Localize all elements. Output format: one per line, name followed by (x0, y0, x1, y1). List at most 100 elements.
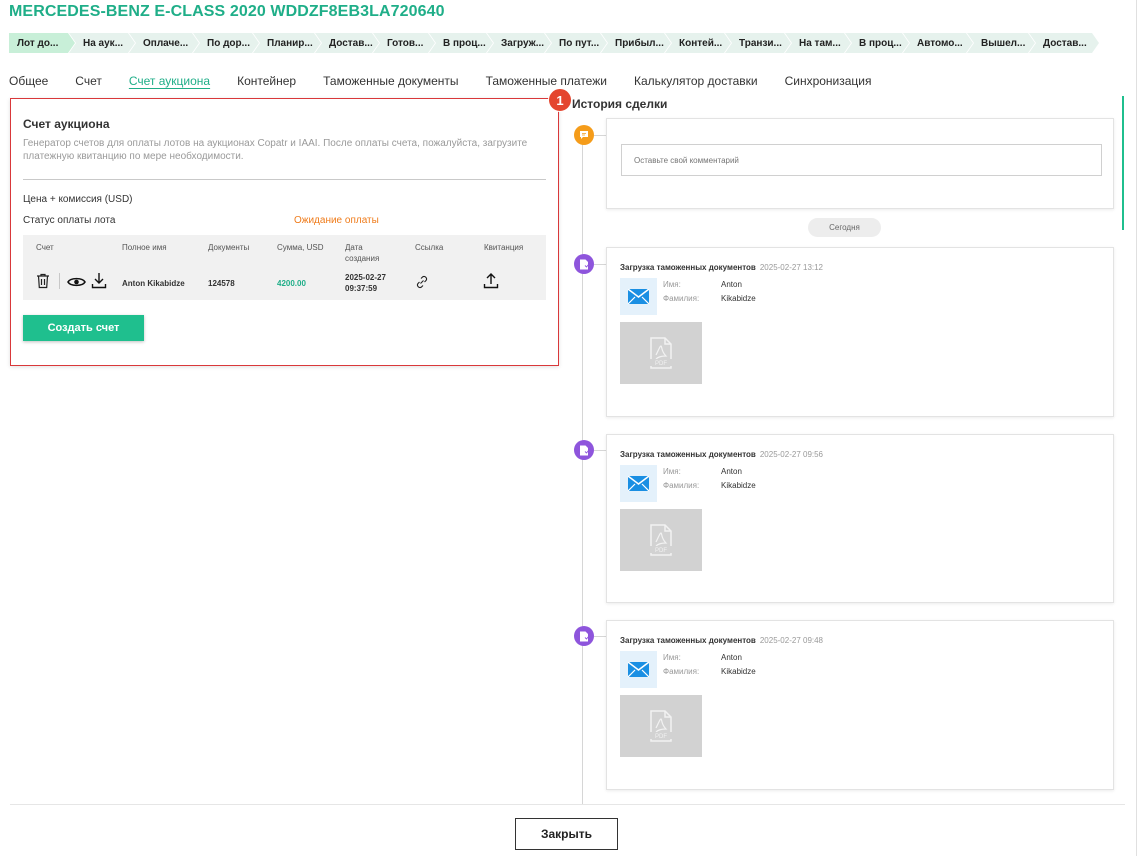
link-icon[interactable] (415, 275, 429, 294)
tab-invoice[interactable]: Счет (75, 74, 102, 92)
pipeline-stage[interactable]: Прибыл... (601, 33, 671, 53)
pdf-label: PDF (655, 734, 667, 740)
email-icon (620, 278, 657, 315)
tab-container[interactable]: Контейнер (237, 74, 296, 92)
download-icon[interactable] (91, 272, 107, 294)
tab-synchronization[interactable]: Синхронизация (785, 74, 872, 92)
history-event-card: Загрузка таможенных документов 2025-02-27… (606, 247, 1114, 417)
pipeline-stage[interactable]: Достав... (315, 33, 379, 53)
status-pipeline: Лот до... На аук... Оплаче... По дор... … (9, 33, 1137, 53)
history-event-card: Загрузка таможенных документов 2025-02-27… (606, 620, 1114, 790)
name-value: Anton (721, 280, 742, 289)
pipeline-stage[interactable]: Готов... (373, 33, 435, 53)
pipeline-stage[interactable]: Оплаче... (129, 33, 199, 53)
event-timestamp: 2025-02-27 09:48 (759, 636, 824, 645)
pipeline-stage[interactable]: В проц... (429, 33, 493, 53)
pdf-file-icon[interactable]: PDF (620, 322, 702, 384)
pipeline-stage-label: В проц... (443, 37, 486, 49)
surname-value: Kikabidze (721, 667, 756, 676)
surname-label: Фамилия: (663, 481, 700, 490)
tab-auction-invoice[interactable]: Счет аукциона (129, 74, 210, 92)
event-timestamp: 2025-02-27 13:12 (759, 263, 824, 272)
trash-icon[interactable] (36, 273, 50, 294)
tab-customs-documents[interactable]: Таможенные документы (323, 74, 458, 92)
pdf-label: PDF (655, 548, 667, 554)
step-badge: 1 (548, 88, 572, 112)
event-title: Загрузка таможенных документов (620, 263, 756, 272)
pipeline-stage-label: Транзи... (739, 37, 782, 49)
pipeline-stage-label: Контей... (679, 37, 723, 49)
pipeline-stage[interactable]: В проц... (845, 33, 909, 53)
pipeline-stage[interactable]: Контей... (665, 33, 731, 53)
panel-title: Счет аукциона (23, 117, 110, 131)
name-label: Имя: (663, 280, 681, 289)
event-header: Загрузка таможенных документов 2025-02-27… (620, 636, 823, 645)
surname-value: Kikabidze (721, 481, 756, 490)
pipeline-stage[interactable]: На там... (785, 33, 851, 53)
pipeline-stage-label: Оплаче... (143, 37, 189, 49)
name-label: Имя: (663, 653, 681, 662)
col-header-documents: Документы (208, 243, 250, 252)
pipeline-stage[interactable]: Автомо... (903, 33, 973, 53)
name-value: Anton (721, 653, 742, 662)
pipeline-stage[interactable]: Планир... (253, 33, 321, 53)
event-title: Загрузка таможенных документов (620, 450, 756, 459)
pipeline-stage[interactable]: Загруж... (487, 33, 551, 53)
close-button[interactable]: Закрыть (515, 818, 618, 850)
pipeline-stage[interactable]: На аук... (69, 33, 135, 53)
upload-icon[interactable] (483, 272, 499, 294)
document-icon (574, 440, 594, 460)
event-header: Загрузка таможенных документов 2025-02-27… (620, 263, 823, 272)
panel-description: Генератор счетов для оплаты лотов на аук… (23, 138, 528, 162)
pipeline-stage[interactable]: Транзи... (725, 33, 791, 53)
pipeline-stage-label: Планир... (267, 37, 313, 49)
panel-edge (1136, 0, 1137, 856)
tab-general[interactable]: Общее (9, 74, 48, 92)
timeline-connector (594, 636, 606, 637)
document-icon (574, 254, 594, 274)
pipeline-stage-label: Автомо... (917, 37, 963, 49)
eye-icon[interactable] (67, 275, 86, 293)
email-icon (620, 465, 657, 502)
tab-delivery-calculator[interactable]: Калькулятор доставки (634, 74, 758, 92)
col-header-receipt: Квитанция (484, 243, 524, 252)
separator (59, 273, 60, 289)
comment-input[interactable] (621, 144, 1102, 176)
tab-customs-payments[interactable]: Таможенные платежи (486, 74, 607, 92)
event-timestamp: 2025-02-27 09:56 (759, 450, 824, 459)
divider (23, 179, 546, 180)
timeline-connector (594, 264, 606, 265)
pdf-file-icon[interactable]: PDF (620, 509, 702, 571)
auction-invoice-panel: Счет аукциона Генератор счетов для оплат… (10, 98, 559, 366)
footer-divider (10, 804, 1125, 805)
scrollbar[interactable] (1122, 96, 1124, 230)
surname-value: Kikabidze (721, 294, 756, 303)
pipeline-stage[interactable]: По пут... (545, 33, 607, 53)
page-title: MERCEDES-BENZ E-CLASS 2020 WDDZF8EB3LA72… (9, 3, 445, 20)
col-header-date: Дата создания (345, 243, 380, 263)
pdf-file-icon[interactable]: PDF (620, 695, 702, 757)
comment-card (606, 118, 1114, 209)
pdf-label: PDF (655, 361, 667, 367)
pipeline-stage[interactable]: По дор... (193, 33, 259, 53)
history-event-card: Загрузка таможенных документов 2025-02-27… (606, 434, 1114, 603)
payment-status-value: Ожидание оплаты (294, 215, 379, 226)
pipeline-stage-label: По пут... (559, 37, 600, 49)
pipeline-stage[interactable]: Вышел... (967, 33, 1035, 53)
timeline-connector (594, 450, 606, 451)
tab-bar: Общее Счет Счет аукциона Контейнер Тамож… (9, 74, 899, 92)
pipeline-stage-label: Прибыл... (615, 37, 664, 49)
invoice-table: Счет Полное имя Документы Сумма, USD Дат… (23, 235, 546, 300)
pipeline-stage-label: Вышел... (981, 37, 1026, 49)
create-invoice-button[interactable]: Создать счет (23, 315, 144, 341)
pipeline-stage[interactable]: Достав... (1029, 33, 1099, 53)
pipeline-stage-label: Готов... (387, 37, 424, 49)
history-title: История сделки (572, 97, 668, 111)
pipeline-stage-label: По дор... (207, 37, 250, 49)
pipeline-stage[interactable]: Лот до... (9, 33, 75, 53)
timeline-line (582, 136, 583, 804)
today-separator: Сегодня (808, 218, 881, 237)
pipeline-stage-label: На там... (799, 37, 841, 49)
surname-label: Фамилия: (663, 667, 700, 676)
cell-amount: 4200.00 (277, 279, 306, 288)
